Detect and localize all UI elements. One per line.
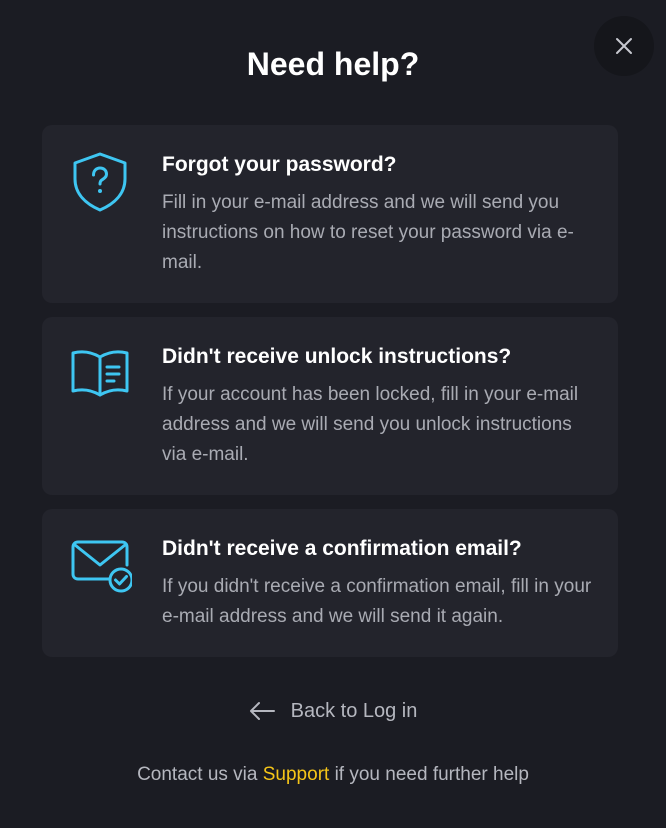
unlock-instructions-card[interactable]: Didn't receive unlock instructions? If y… [42, 317, 618, 495]
confirmation-email-card[interactable]: Didn't receive a confirmation email? If … [42, 509, 618, 657]
footer-prefix: Contact us via [137, 764, 258, 785]
arrow-left-icon [249, 701, 275, 721]
card-text: Forgot your password? Fill in your e-mai… [162, 150, 592, 278]
card-title: Forgot your password? [162, 153, 397, 176]
card-text: Didn't receive unlock instructions? If y… [162, 342, 592, 470]
card-title: Didn't receive unlock instructions? [162, 345, 512, 368]
card-title: Didn't receive a confirmation email? [162, 537, 522, 560]
card-description: If you didn't receive a confirmation ema… [162, 576, 592, 627]
footer-suffix: if you need further help [334, 764, 529, 785]
help-modal: Need help? Forgot your password? Fill in… [0, 0, 666, 828]
back-to-login-label: Back to Log in [290, 700, 418, 722]
card-text: Didn't receive a confirmation email? If … [162, 534, 592, 632]
card-description: If your account has been locked, fill in… [162, 384, 579, 465]
shield-question-icon [68, 149, 132, 213]
modal-title: Need help? [246, 46, 420, 82]
support-link[interactable]: Support [263, 764, 330, 785]
support-footer: Contact us via Support if you need furth… [0, 760, 666, 790]
forgot-password-card[interactable]: Forgot your password? Fill in your e-mai… [42, 125, 618, 303]
card-description: Fill in your e-mail address and we will … [162, 192, 574, 273]
back-to-login-link[interactable]: Back to Log in [0, 696, 666, 726]
book-icon [68, 341, 132, 405]
mail-check-icon [68, 533, 132, 597]
